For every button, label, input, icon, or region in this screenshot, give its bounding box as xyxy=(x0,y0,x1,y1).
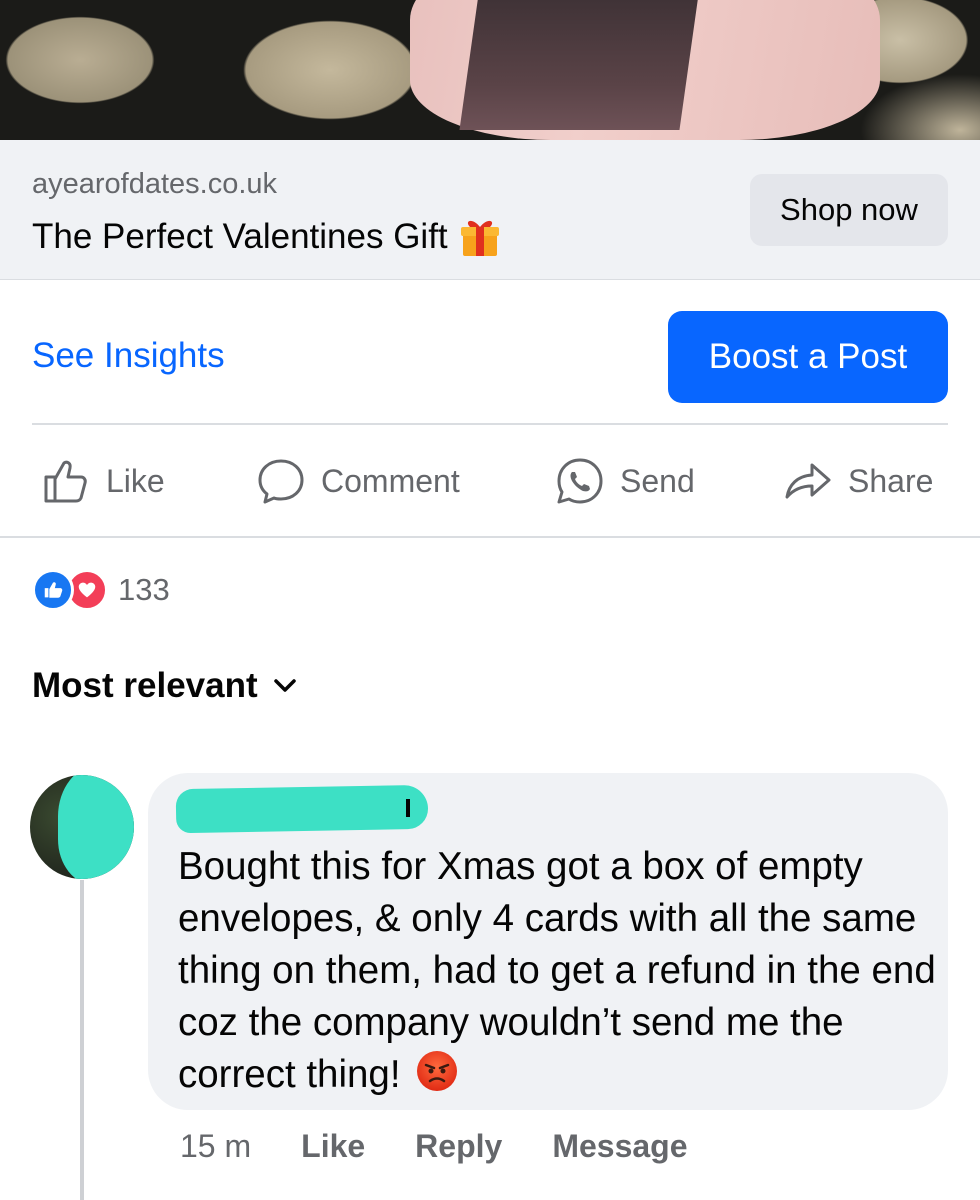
commenter-name-redaction[interactable] xyxy=(175,784,429,834)
insights-row: See Insights Boost a Post xyxy=(0,280,980,425)
see-insights-link[interactable]: See Insights xyxy=(32,336,225,376)
share-button[interactable]: Share xyxy=(782,453,933,509)
send-button[interactable]: Send xyxy=(554,453,695,509)
share-label: Share xyxy=(848,462,934,499)
comment-meta: 15 m Like Reply Message xyxy=(180,1128,688,1165)
reaction-count: 133 xyxy=(118,572,170,607)
send-label: Send xyxy=(620,462,695,499)
comment-reply-link[interactable]: Reply xyxy=(415,1128,502,1165)
name-fragment xyxy=(406,799,410,817)
ad-image[interactable] xyxy=(0,0,980,140)
like-label: Like xyxy=(106,462,165,499)
comment-bubble-icon xyxy=(258,459,304,504)
comment-label: Comment xyxy=(321,462,460,499)
shop-now-button[interactable]: Shop now xyxy=(750,174,948,246)
comment-timestamp: 15 m xyxy=(180,1128,252,1164)
like-button[interactable]: Like xyxy=(40,453,165,509)
thumbs-up-icon xyxy=(44,460,87,503)
post-actions: Like Comment Send Share xyxy=(0,425,980,537)
boost-post-button[interactable]: Boost a Post xyxy=(668,311,948,403)
reactions-summary[interactable]: 133 xyxy=(32,568,170,612)
link-domain: ayearofdates.co.uk xyxy=(32,168,278,200)
avatar[interactable] xyxy=(30,775,134,879)
whatsapp-icon xyxy=(557,458,603,504)
comment-bubble[interactable]: Bought this for Xmas got a box of empty … xyxy=(148,773,948,1110)
link-title-text: The Perfect Valentines Gift xyxy=(32,217,448,256)
comment-text: Bought this for Xmas got a box of empty … xyxy=(178,841,938,1101)
comment-message-link[interactable]: Message xyxy=(552,1128,687,1165)
avatar-redaction xyxy=(58,775,134,879)
comment-like-link[interactable]: Like xyxy=(301,1128,365,1165)
sort-label: Most relevant xyxy=(32,666,258,705)
divider xyxy=(0,536,980,538)
like-reaction-icon xyxy=(32,569,74,611)
chevron-down-icon xyxy=(273,679,296,692)
link-preview-bar[interactable]: ayearofdates.co.uk The Perfect Valentine… xyxy=(0,140,980,280)
share-arrow-icon xyxy=(785,463,831,499)
card-photo-region xyxy=(459,0,701,130)
gift-icon xyxy=(458,215,502,259)
comment-button[interactable]: Comment xyxy=(255,453,460,509)
link-title: The Perfect Valentines Gift xyxy=(32,215,502,259)
comment-body: Bought this for Xmas got a box of empty … xyxy=(178,845,936,1096)
angry-face-icon xyxy=(415,1049,459,1093)
thread-line xyxy=(80,880,84,1200)
comment-sort-dropdown[interactable]: Most relevant xyxy=(32,666,298,706)
